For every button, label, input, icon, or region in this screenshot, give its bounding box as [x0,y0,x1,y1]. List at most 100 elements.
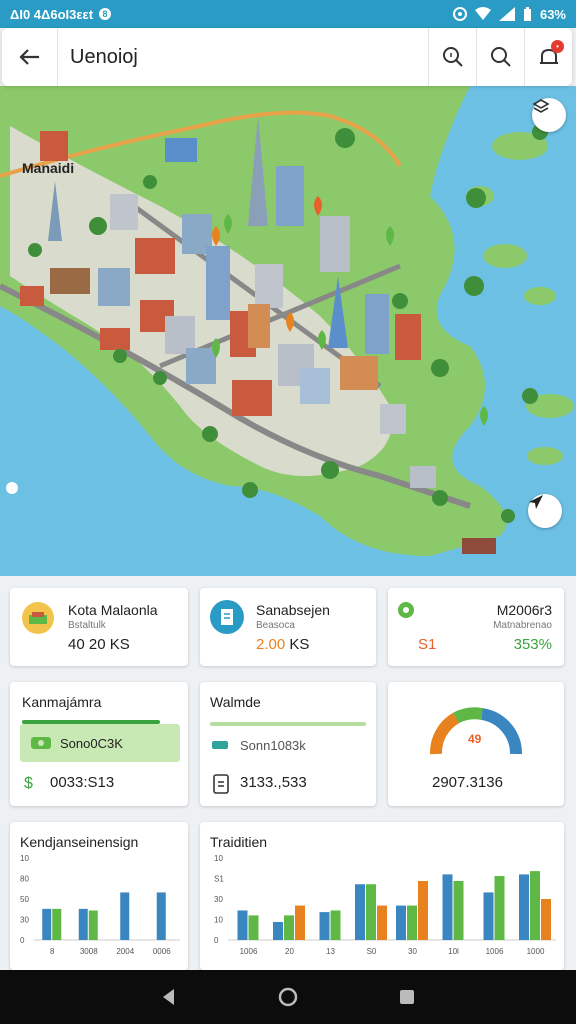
map-canvas [0,86,574,556]
calculator-icon [213,774,229,794]
battery-icon [523,7,531,21]
x-tick-label: 1006 [486,947,504,956]
map-region-label: Manaidi [22,160,75,176]
x-tick-label: 20 [285,947,294,956]
card-value: 0033:S13 [50,774,115,791]
x-tick-label: 1006 [240,947,258,956]
y-tick-label: 0 [20,936,25,945]
layers-button[interactable] [532,98,566,132]
stat-card-value-highlight: 2.00 [256,636,286,653]
stat-card-value: 2.00 KS [256,636,309,653]
bar [442,874,453,940]
stat-card-subtitle: Bstaltulk [68,620,106,631]
y-tick-label: 10 [20,854,29,863]
recents-nav-icon[interactable] [397,987,417,1007]
stat-card-title: M2006r3 [496,602,552,618]
stat-card-title: Kota Malaonla [68,602,158,618]
back-button[interactable] [2,28,58,86]
chart-card-1[interactable]: Kendjanseinensign 10 80 50 30 0 8 3008 2004 0006 [10,822,188,970]
bar [453,880,464,940]
card-kanmajamra[interactable]: Kanmajámra Sono0C3K $ 0033:S13 [10,682,188,806]
cash-icon: $ [24,775,33,792]
app-bar: Uenoioj • [2,28,572,86]
x-tick-label: 8 [50,947,55,956]
x-tick-label: 30 [408,947,417,956]
status-bar: ΔI0 4Δ6οI3εεt 8 63% [0,0,576,28]
x-tick-label: 0006 [153,947,171,956]
page-title: Uenoioj [70,45,138,68]
bar [530,871,540,940]
x-tick-label: 3008 [80,947,98,956]
money-icon [212,741,228,749]
search-button[interactable] [476,28,524,86]
bar [319,912,330,940]
stat-card-kota[interactable]: Kota Malaonla Bstaltulk 40 20 KS [10,588,188,666]
bar [88,910,98,940]
bar [284,915,294,940]
stat-card-left-value: S1 [418,636,437,653]
back-arrow-icon [18,49,39,65]
x-tick-label: 1000 [527,947,545,956]
bar [52,908,62,940]
bar [355,884,365,940]
card-value: 2907.3136 [432,774,503,791]
card-title: Kanmajámra [22,694,102,710]
bar-chart-1: 1080503008 3008 2004 0006 [20,854,180,956]
layers-icon [532,99,550,113]
bar [366,884,376,940]
card-walmde[interactable]: Walmde Sonn1083k 3133.,533 [200,682,376,806]
bar [273,921,283,940]
dashboard: Kota Malaonla Bstaltulk 40 20 KS Sanabse… [0,576,576,970]
stat-card-m2006[interactable]: M2006r3 Matnabrenao S1 353% [388,588,564,666]
notification-badge: • [551,40,564,53]
locate-button[interactable] [528,494,562,528]
y-tick-label: 0 [214,936,219,945]
bar [330,910,341,940]
stat-card-subtitle: Matnabrenao [493,620,552,631]
wifi-icon [474,7,491,20]
y-tick-label: 80 [20,875,29,884]
city-map[interactable]: Manaidi [0,86,576,576]
stat-card-right-value: 353% [513,636,552,653]
stat-card-sanabsejen[interactable]: Sanabsejen Beasoca 2.00 KS [200,588,376,666]
chart-card-2[interactable]: Traiditien 10 S1 30 10 0 1006 20 13 S0 30 10l 1006 1… [200,822,564,970]
bar [156,892,166,940]
bar [120,892,130,940]
battery-percent: 63% [539,6,566,22]
gauge-label: 49 [468,732,482,746]
bar [78,908,88,940]
y-tick-label: 30 [214,895,223,904]
card-title: Walmde [210,694,261,710]
card-gauge[interactable]: 49 2907.3136 [388,682,564,806]
stat-card-title: Sanabsejen [256,602,330,618]
bar [519,874,529,940]
bar [42,908,52,940]
status-left-text: ΔI0 4Δ6οI3εεt [10,6,94,22]
search-icon [490,47,511,67]
back-nav-icon[interactable] [159,987,179,1007]
status-dot-icon [398,602,414,618]
navigation-arrow-icon [529,495,543,509]
y-tick-label: S1 [214,875,224,884]
stat-card-value-unit: KS [289,636,310,653]
notifications-button[interactable]: • [524,28,572,86]
y-tick-label: 50 [20,895,29,904]
stat-card-value: 40 20 KS [68,636,130,653]
bar [396,905,406,940]
map-dot-marker [6,482,18,494]
x-tick-label: 2004 [116,947,134,956]
highlight-row[interactable]: Sono0C3K [20,724,180,762]
bar [483,892,494,940]
svg-text:$: $ [24,775,33,792]
y-tick-label: 10 [214,854,223,863]
zoom-button[interactable] [428,28,476,86]
y-tick-label: 10 [214,916,223,925]
bar [377,905,387,940]
nfc-icon [452,7,467,21]
bar [407,905,417,940]
home-nav-icon[interactable] [278,987,298,1007]
bar [541,899,551,940]
system-nav-bar [0,970,576,1024]
stat-card-subtitle: Beasoca [256,620,295,631]
bar [237,910,248,940]
